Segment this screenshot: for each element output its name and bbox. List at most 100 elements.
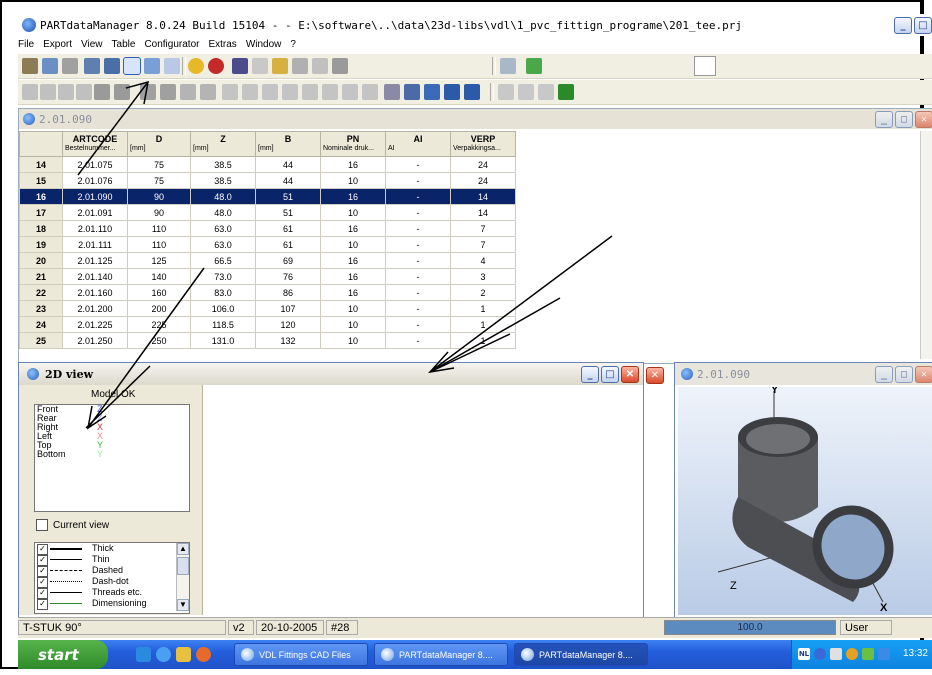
table-row[interactable]: 16 2.01.090 90 48.0 51 16-14 [19,188,516,205]
quicklaunch-ie-icon[interactable] [156,647,171,662]
row-header[interactable]: 25 [19,332,63,349]
taskbar-item-vdl-fittings[interactable]: VDL Fittings CAD Files [234,643,368,666]
view-3d-icon[interactable] [144,58,160,74]
table-cell[interactable]: 83.0 [190,284,256,301]
tool-icon[interactable] [232,58,248,74]
table-cell[interactable]: 2.01.200 [62,300,128,317]
row-header[interactable]: 16 [19,188,63,205]
quicklaunch-folder-icon[interactable] [176,647,191,662]
table-cell[interactable]: 38.5 [190,156,256,173]
iso-view-4-icon[interactable] [282,84,298,100]
table-cell[interactable]: 51 [255,188,321,205]
table-cell[interactable]: 69 [255,252,321,269]
light-icon[interactable] [200,84,216,100]
table-cell[interactable]: 76 [255,268,321,285]
table-cell[interactable]: - [385,268,451,285]
table-cell[interactable]: 2.01.091 [62,204,128,221]
table-cell[interactable]: 16 [320,268,386,285]
print-icon[interactable] [62,58,78,74]
table-cell[interactable]: 10 [320,332,386,349]
line-style-item[interactable]: ✓ Dash-dot [35,576,189,588]
row-header[interactable]: 18 [19,220,63,237]
table-cell[interactable]: 10 [320,316,386,333]
table-row[interactable]: 14 2.01.075 75 38.5 44 16-24 [19,156,516,173]
record-icon[interactable] [208,58,224,74]
menu-configurator[interactable]: Configurator [144,39,199,50]
row-header[interactable]: 22 [19,284,63,301]
table-cell[interactable]: 200 [127,300,191,317]
pan-icon[interactable] [404,84,420,100]
line-style-item[interactable]: ✓ Thick [35,543,189,555]
table-cell[interactable]: - [385,284,451,301]
table-row[interactable]: 23 2.01.200 200 106.0 107 10-1 [19,300,516,317]
table-cell[interactable]: 75 [127,172,191,189]
table-cell[interactable]: 48.0 [190,204,256,221]
table-cell[interactable]: 48.0 [190,188,256,205]
projection-view-list[interactable]: Front Z Rear Z Right X Left X Top Y Bottom Y [34,404,190,512]
table-cell[interactable]: - [385,252,451,269]
shade-icon[interactable] [140,84,156,100]
filter-icon[interactable] [500,58,516,74]
row-header[interactable]: 23 [19,300,63,317]
network-icon[interactable] [814,648,826,660]
table-cell[interactable]: 225 [127,316,191,333]
table-vertical-scrollbar[interactable] [920,131,932,359]
minimize-button[interactable]: _ [894,17,912,34]
zoom-window-icon[interactable] [424,84,440,100]
info-icon[interactable] [332,58,348,74]
line-style-item[interactable]: ✓ Dimensioning [35,598,189,610]
table-row[interactable]: 17 2.01.091 90 48.0 51 10-14 [19,204,516,221]
maximize-button[interactable]: □ [914,17,932,34]
projection-view-item[interactable]: Left X [35,432,189,441]
table-cell[interactable]: 140 [127,268,191,285]
menu-help[interactable]: ? [290,39,296,50]
view-front-icon[interactable] [22,84,38,100]
table-cell[interactable]: 63.0 [190,220,256,237]
table-cell[interactable]: 7 [450,236,516,253]
column-header-pn[interactable]: PN Nominale druk... [320,131,386,157]
table-cell[interactable]: 1 [450,316,516,333]
maximize-button[interactable]: □ [601,366,619,383]
table-cell[interactable]: - [385,188,451,205]
table-cell[interactable]: 44 [255,172,321,189]
iso-view-1-icon[interactable] [222,84,238,100]
axes-icon[interactable] [272,58,288,74]
row-header[interactable]: 17 [19,204,63,221]
table-cell[interactable]: 61 [255,236,321,253]
table-cell[interactable]: 10 [320,204,386,221]
table-cell[interactable]: 1 [450,332,516,349]
view-back-icon[interactable] [40,84,56,100]
close-button[interactable]: ✕ [915,111,932,128]
table-cell[interactable]: - [385,332,451,349]
table-cell[interactable]: - [385,172,451,189]
row-header[interactable]: 15 [19,172,63,189]
menu-window[interactable]: Window [246,39,282,50]
scroll-down-icon[interactable]: ▼ [177,599,189,611]
rotate-icon[interactable] [384,84,400,100]
quicklaunch-desktop-icon[interactable] [136,647,151,662]
column-header-z[interactable]: Z [mm] [190,131,256,157]
table-cell[interactable]: 1 [450,300,516,317]
iso-view-3-icon[interactable] [262,84,278,100]
table-cell[interactable]: 107 [255,300,321,317]
projection-view-item[interactable]: Bottom Y [35,450,189,459]
table-cell[interactable]: - [385,316,451,333]
row-header[interactable]: 24 [19,316,63,333]
line-style-checkbox[interactable]: ✓ [37,599,48,610]
close-button[interactable]: ✕ [915,366,932,383]
globe-icon[interactable] [188,58,204,74]
table-cell[interactable]: 106.0 [190,300,256,317]
table-row[interactable]: 15 2.01.076 75 38.5 44 10-24 [19,172,516,189]
column-header-ai[interactable]: AI AI [385,131,451,157]
table-row[interactable]: 22 2.01.160 160 83.0 86 16-2 [19,284,516,301]
open-folder-icon[interactable] [42,58,58,74]
table-cell[interactable]: 131.0 [190,332,256,349]
table-cell[interactable]: 2.01.076 [62,172,128,189]
scroll-thumb[interactable] [177,557,189,575]
table-cell[interactable]: 61 [255,220,321,237]
table-cell[interactable]: 2.01.110 [62,220,128,237]
column-header-artcode[interactable]: ARTCODE Bestelnummer... [62,131,128,157]
row-header[interactable]: 14 [19,156,63,173]
current-view-option[interactable]: Current view [36,519,109,531]
table-row[interactable]: 20 2.01.125 125 66.5 69 16-4 [19,252,516,269]
